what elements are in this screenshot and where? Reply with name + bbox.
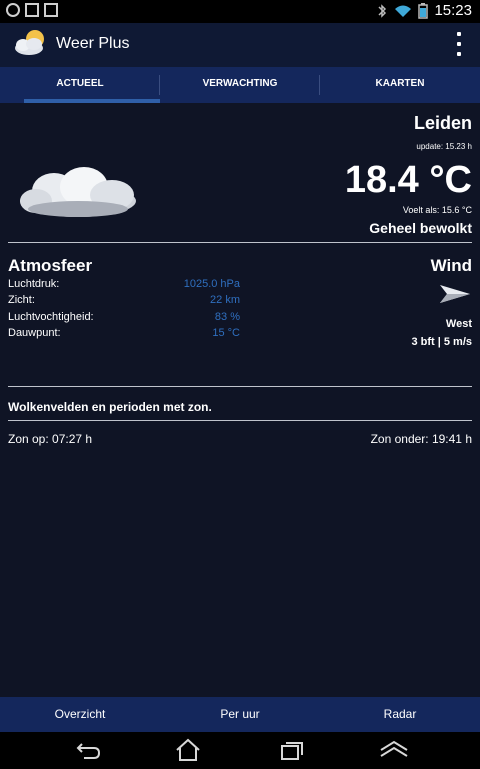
app-title: Weer Plus <box>56 35 130 52</box>
overflow-dot <box>457 42 461 46</box>
app-logo-icon[interactable] <box>12 26 50 60</box>
battery-icon <box>418 2 429 19</box>
status-bar: 15:23 <box>0 0 480 23</box>
play-icon <box>44 3 58 17</box>
system-icons: 15:23 <box>376 2 472 19</box>
divider <box>8 386 472 387</box>
recent-apps-icon[interactable] <box>278 738 306 762</box>
weather-summary: Wolkenvelden en perioden met zon. <box>8 400 212 414</box>
sim-icon <box>25 3 39 17</box>
row-label: Luchtvochtigheid: <box>8 311 94 323</box>
divider <box>8 420 472 421</box>
row-label: Luchtdruk: <box>8 278 60 290</box>
tab-verwachting[interactable]: VERWACHTING <box>160 67 320 103</box>
wind-direction: West <box>445 318 472 330</box>
tab-kaarten[interactable]: KAARTEN <box>320 67 480 103</box>
row-label: Dauwpunt: <box>8 327 61 339</box>
tab-label: KAARTEN <box>375 78 425 89</box>
overflow-dot <box>457 32 461 36</box>
bluetooth-icon <box>378 3 387 18</box>
wind-title: Wind <box>430 256 472 275</box>
row-value: 83 % <box>214 311 240 323</box>
row-label: Zicht: <box>8 294 35 306</box>
overflow-menu-button[interactable] <box>456 32 462 56</box>
clock-icon <box>6 3 20 17</box>
tab-actueel[interactable]: ACTUEEL <box>0 67 160 103</box>
bottom-tab-bar: Overzicht Per uur Radar <box>0 697 480 732</box>
cloud-icon <box>20 167 136 217</box>
notification-icons <box>6 3 58 17</box>
wind-arrow-icon <box>440 285 470 303</box>
tab-per-uur[interactable]: Per uur <box>160 697 320 732</box>
row-value: 15 °C <box>212 327 240 339</box>
atmosphere-row-visibility: Zicht: 22 km <box>8 294 248 310</box>
action-bar: Weer Plus <box>0 23 480 67</box>
tab-label: VERWACHTING <box>202 78 278 89</box>
tab-label: ACTUEEL <box>56 78 104 89</box>
current-temperature: 18.4 °C <box>344 159 472 201</box>
current-weather-panel: Leiden update: 15.23 h 18.4 °C Voelt als… <box>0 103 480 697</box>
sunset-time: Zon onder: 19:41 h <box>370 432 472 446</box>
back-icon[interactable] <box>74 738 102 762</box>
row-value: 1025.0 hPa <box>183 278 240 290</box>
atmosphere-row-humidity: Luchtvochtigheid: 83 % <box>8 311 248 327</box>
sunrise-time: Zon op: 07:27 h <box>8 432 93 446</box>
feels-like: Voelt als: 15.6 °C <box>402 205 472 215</box>
weather-condition: Geheel bewolkt <box>369 220 472 236</box>
wind-speed: 3 bft | 5 m/s <box>411 336 472 348</box>
wifi-icon <box>395 5 412 17</box>
atmosphere-row-dewpoint: Dauwpunt: 15 °C <box>8 327 248 343</box>
tab-radar[interactable]: Radar <box>320 697 480 732</box>
update-time: update: 15.23 h <box>416 142 472 151</box>
row-value: 22 km <box>210 294 240 306</box>
location-name: Leiden <box>413 113 472 133</box>
overflow-dot <box>457 52 461 56</box>
system-nav-bar <box>0 732 480 769</box>
divider <box>8 242 472 243</box>
status-time: 15:23 <box>434 2 472 19</box>
atmosphere-row-pressure: Luchtdruk: 1025.0 hPa <box>8 278 248 294</box>
tab-bar: ACTUEEL VERWACHTING KAARTEN <box>0 67 480 103</box>
atmosphere-title: Atmosfeer <box>8 256 93 275</box>
home-icon[interactable] <box>174 738 202 762</box>
tab-overzicht[interactable]: Overzicht <box>0 697 160 732</box>
menu-up-icon[interactable] <box>378 738 410 762</box>
